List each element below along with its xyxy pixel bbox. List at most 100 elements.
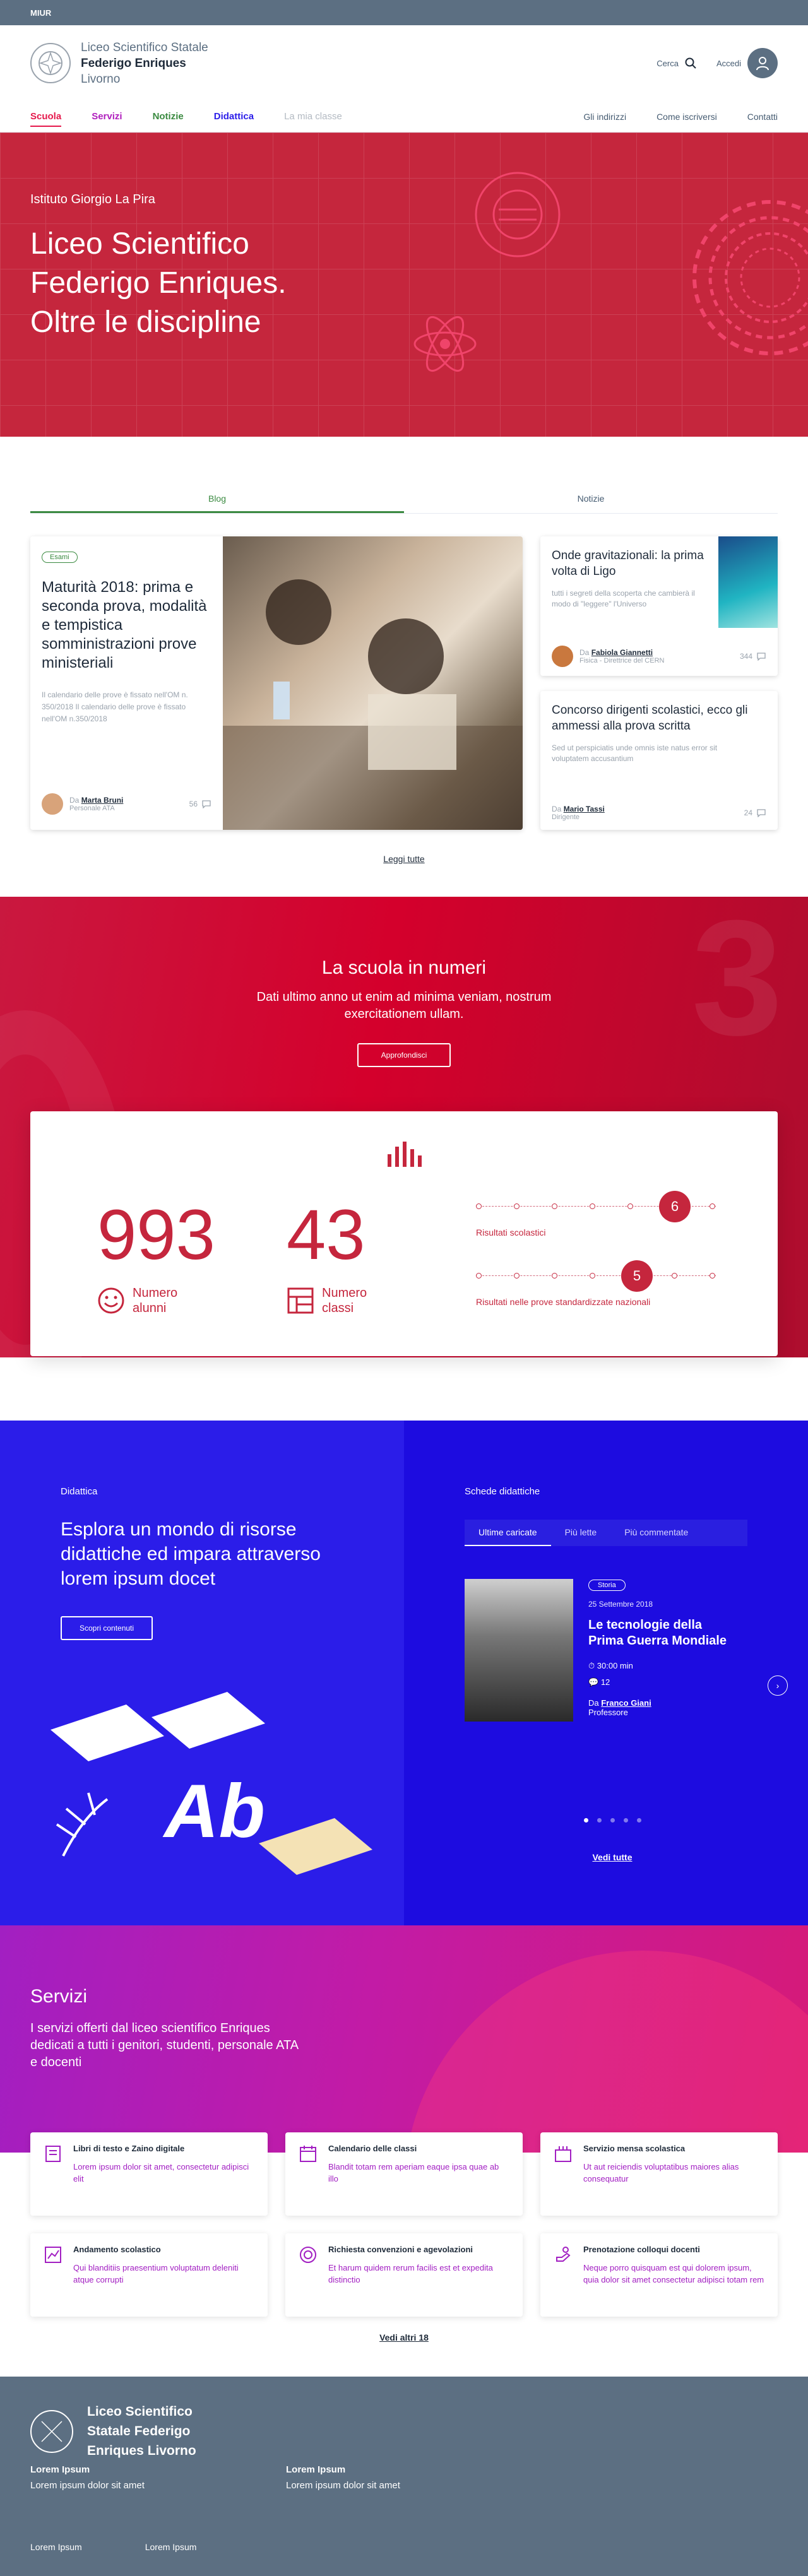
main-nav: Scuola Servizi Notizie Didattica La mia …	[0, 101, 808, 133]
canteen-icon	[555, 2146, 571, 2162]
nav-item-didattica[interactable]: Didattica	[214, 102, 254, 131]
avatar	[42, 793, 63, 815]
pager-dot[interactable]	[583, 1818, 588, 1823]
pager-dot[interactable]	[597, 1818, 602, 1823]
scheda-card[interactable]: Storia 25 Settembre 2018 Le tecnologie d…	[465, 1579, 778, 1722]
school-logo[interactable]: Liceo Scientifico Statale Federigo Enriq…	[30, 40, 208, 87]
isometric-illustration: Ab	[50, 1692, 372, 1875]
servizi-title: Servizi	[30, 1986, 88, 2007]
service-card[interactable]: Prenotazione colloqui docenti Neque porro…	[540, 2233, 778, 2317]
login-button[interactable]: Accedi	[716, 48, 778, 78]
hero-kicker: Istituto Giorgio La Pira	[30, 192, 155, 206]
numbers-title: La scuola in numeri	[321, 957, 487, 978]
nav-item-contatti[interactable]: Contatti	[747, 103, 778, 131]
article-desc: tutti i segreti della scoperta che cambi…	[552, 589, 695, 608]
category-badge[interactable]: Storia	[588, 1580, 626, 1591]
next-arrow-button[interactable]: ›	[768, 1675, 788, 1696]
pager-dot[interactable]	[610, 1818, 615, 1823]
footer-link[interactable]: Lorem Ipsum	[30, 2542, 82, 2552]
nav-item-gli-indirizzi[interactable]: Gli indirizzi	[583, 103, 626, 131]
comments-count: 56	[189, 800, 211, 808]
service-card[interactable]: Libri di testo e Zaino digitale Lorem ips…	[30, 2132, 268, 2216]
user-icon	[747, 48, 778, 78]
stat-classi: 43 Numero classi	[287, 1195, 367, 1316]
read-all-link[interactable]: Leggi tutte	[0, 854, 808, 864]
article-desc: Il calendario delle prove è fissato nell…	[42, 690, 188, 723]
schede-kicker: Schede didattiche	[465, 1486, 540, 1497]
comment-icon	[757, 809, 766, 817]
pager-dot[interactable]	[623, 1818, 628, 1823]
schede-tabs: Ultime caricate Più lette Più commentate	[465, 1520, 747, 1546]
article-image	[223, 536, 523, 830]
nav-item-servizi[interactable]: Servizi	[92, 102, 122, 131]
featured-article-card[interactable]: Esami Maturità 2018: prima e seconda pro…	[30, 536, 523, 830]
category-badge[interactable]: Esami	[42, 552, 78, 563]
article-author: Da Mario Tassi Dirigente 24	[552, 805, 766, 821]
article-author: Da Fabiola Giannetti Fisica - Direttrice…	[552, 645, 766, 667]
hero-title: Liceo Scientifico Federigo Enriques. Olt…	[30, 227, 287, 339]
article-card[interactable]: Concorso dirigenti scolastici, ecco gli …	[540, 691, 778, 830]
tab-piu-lette[interactable]: Più lette	[551, 1520, 611, 1546]
article-title[interactable]: Maturità 2018: prima e seconda prova, mo…	[42, 578, 211, 673]
duration: 30:00 min	[597, 1661, 633, 1670]
result-track-scolastici: 6 Risultati scolastici	[476, 1187, 716, 1238]
blog-section: Esami Maturità 2018: prima e seconda pro…	[30, 536, 778, 830]
comments-count: 24	[744, 808, 766, 817]
author-link[interactable]: Mario Tassi	[564, 805, 605, 813]
numbers-section: 3 La scuola in numeri Dati ultimo anno u…	[0, 897, 808, 1357]
emblem-icon	[30, 43, 71, 83]
school-name: Liceo Scientifico Statale Federigo Enriq…	[81, 40, 208, 86]
book-icon	[45, 2146, 61, 2162]
footer-column: Lorem Ipsum Lorem ipsum dolor sit amet	[286, 2464, 400, 2491]
approfondisci-button[interactable]: Approfondisci	[357, 1043, 451, 1067]
miur-label[interactable]: MIUR	[30, 8, 51, 18]
didattica-title: Esplora un mondo di risorse didattiche e…	[61, 1519, 321, 1589]
author-link[interactable]: Franco Giani	[601, 1698, 651, 1708]
scheda-date: 25 Settembre 2018	[588, 1600, 653, 1609]
header: Liceo Scientifico Statale Federigo Enriq…	[0, 25, 808, 101]
top-bar: MIUR	[0, 0, 808, 25]
result-track-nazionali: 5 Risultati nelle prove standardizzate n…	[476, 1256, 716, 1307]
result-bubble: 6	[659, 1191, 691, 1222]
article-card[interactable]: Onde gravitazionali: la prima volta di L…	[540, 536, 778, 676]
author-link[interactable]: Fabiola Giannetti	[591, 648, 653, 657]
nav-item-come-iscriversi[interactable]: Come iscriversi	[656, 103, 717, 131]
chart-icon	[45, 2247, 61, 2263]
scheda-title[interactable]: Le tecnologie della Prima Guerra Mondial…	[588, 1617, 740, 1649]
emblem-icon	[30, 2409, 73, 2453]
stat-alunni: 993 Numero alunni	[97, 1195, 215, 1316]
pager-dot[interactable]	[636, 1818, 641, 1823]
discount-icon	[300, 2247, 316, 2263]
footer-school-name: Liceo Scientifico Statale Federigo Enriq…	[87, 2404, 196, 2458]
vedi-tutte-link[interactable]: Vedi tutte	[404, 1852, 808, 1862]
vedi-altri-link[interactable]: Vedi altri 18	[0, 2332, 808, 2343]
service-card[interactable]: Richiesta convenzioni e agevolazioni Et h…	[285, 2233, 523, 2317]
footer-link[interactable]: Lorem Ipsum	[145, 2542, 197, 2552]
nav-item-notizie[interactable]: Notizie	[153, 102, 184, 131]
tab-notizie[interactable]: Notizie	[404, 487, 778, 513]
article-title[interactable]: Concorso dirigenti scolastici, ecco gli …	[552, 702, 766, 734]
didattica-section: Didattica Esplora un mondo di risorse di…	[0, 1421, 808, 1925]
scopri-contenuti-button[interactable]: Scopri contenuti	[61, 1616, 153, 1640]
hand-icon	[556, 2247, 571, 2262]
servizi-section: Servizi I servizi offerti dal liceo scie…	[0, 1925, 808, 2377]
service-card[interactable]: Andamento scolastico Qui blanditiis praes…	[30, 2233, 268, 2317]
article-title[interactable]: Onde gravitazionali: la prima volta di L…	[552, 548, 710, 579]
search-button[interactable]: Cerca	[656, 57, 696, 69]
service-card[interactable]: Calendario delle classi Blandit totam rem…	[285, 2132, 523, 2216]
carousel-pager	[404, 1818, 808, 1823]
hero-banner: Istituto Giorgio La Pira Liceo Scientifi…	[0, 133, 808, 437]
result-bubble: 5	[621, 1260, 653, 1292]
nav-item-la-mia-classe[interactable]: La mia classe	[284, 102, 342, 131]
tab-ultime-caricate[interactable]: Ultime caricate	[465, 1520, 551, 1546]
servizi-subtitle: I servizi offerti dal liceo scientifico …	[30, 2021, 298, 2069]
article-thumbnail	[718, 536, 778, 628]
bar-chart-icon	[388, 1142, 422, 1167]
tab-piu-commentate[interactable]: Più commentate	[610, 1520, 702, 1546]
author-link[interactable]: Marta Bruni	[81, 796, 124, 805]
search-icon	[685, 57, 696, 69]
tab-blog[interactable]: Blog	[30, 487, 404, 513]
nav-item-scuola[interactable]: Scuola	[30, 102, 62, 131]
service-card[interactable]: Servizio mensa scolastica Ut aut reiciend…	[540, 2132, 778, 2216]
numbers-subtitle: Dati ultimo anno ut enim ad minima venia…	[256, 990, 552, 1021]
